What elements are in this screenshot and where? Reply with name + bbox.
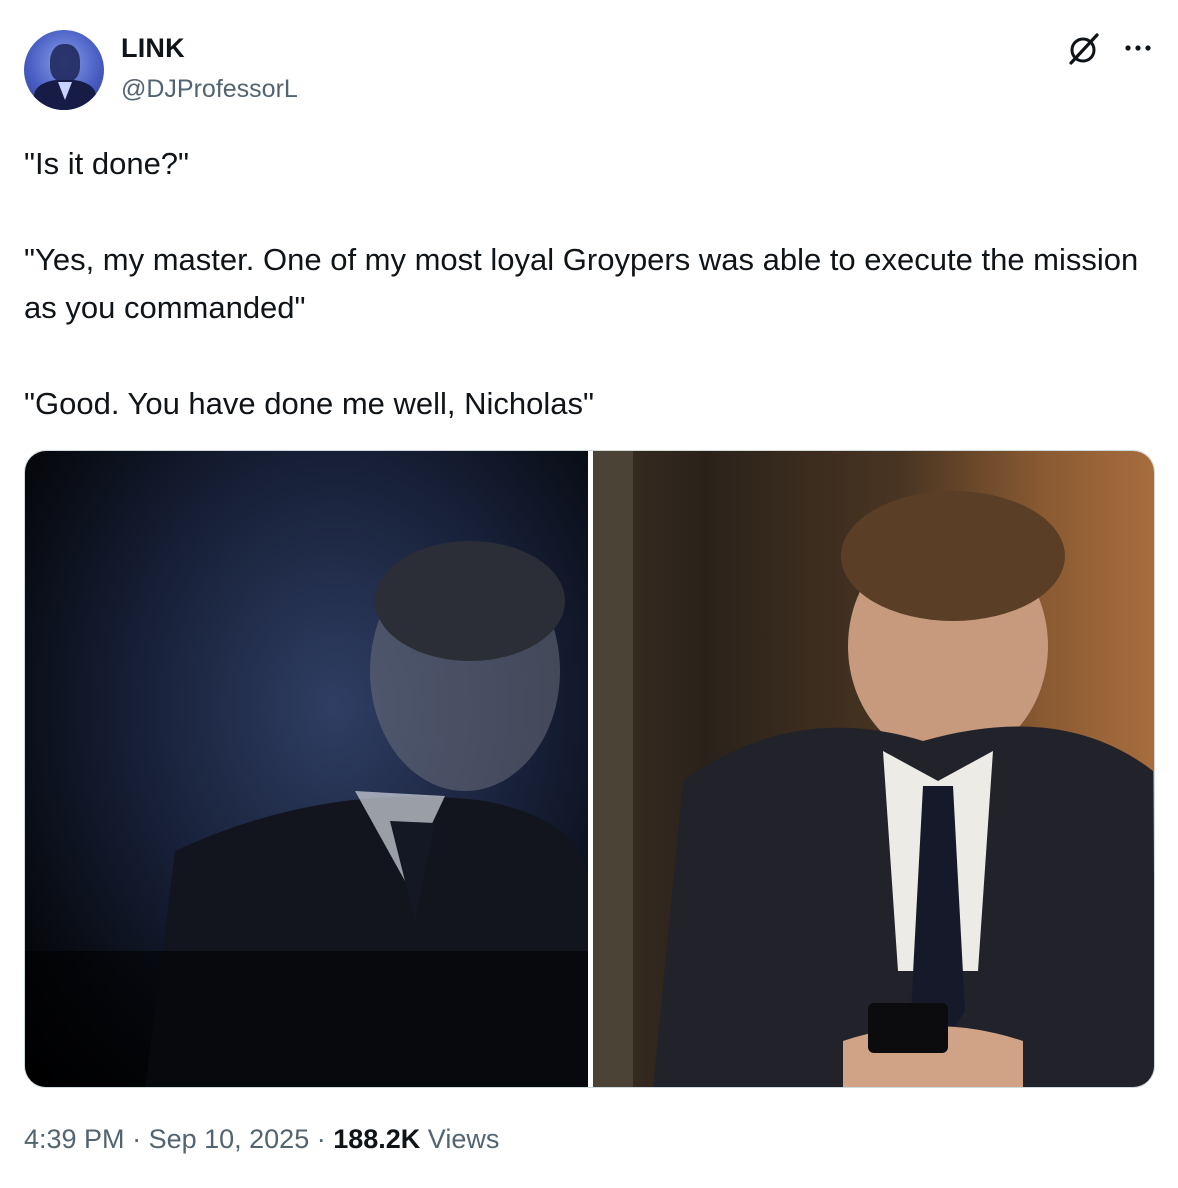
tweet-text: "Is it done?" "Yes, my master. One of my… <box>24 146 1139 421</box>
timestamp-time[interactable]: 4:39 PM <box>24 1124 125 1154</box>
user-handle[interactable]: @DJProfessorL <box>121 75 298 104</box>
meta-separator: · <box>309 1124 334 1154</box>
grok-icon[interactable] <box>1064 30 1102 68</box>
meta-separator: · <box>124 1124 149 1154</box>
more-options-icon[interactable] <box>1118 32 1158 62</box>
views-count: 188.2K <box>333 1124 421 1154</box>
photo-right[interactable] <box>593 451 1154 1087</box>
photo-left[interactable] <box>25 451 588 1087</box>
display-name[interactable]: LINK <box>121 33 185 64</box>
avatar-figure <box>50 44 80 82</box>
views-label: Views <box>420 1124 500 1154</box>
tweet-meta: 4:39 PM · Sep 10, 2025 · 188.2K Views <box>24 1124 499 1155</box>
avatar[interactable] <box>24 30 104 110</box>
media-grid[interactable] <box>24 450 1155 1088</box>
timestamp-date[interactable]: Sep 10, 2025 <box>149 1124 310 1154</box>
photo-left-illustration <box>25 541 588 1087</box>
photo-right-illustration <box>593 451 1154 1087</box>
